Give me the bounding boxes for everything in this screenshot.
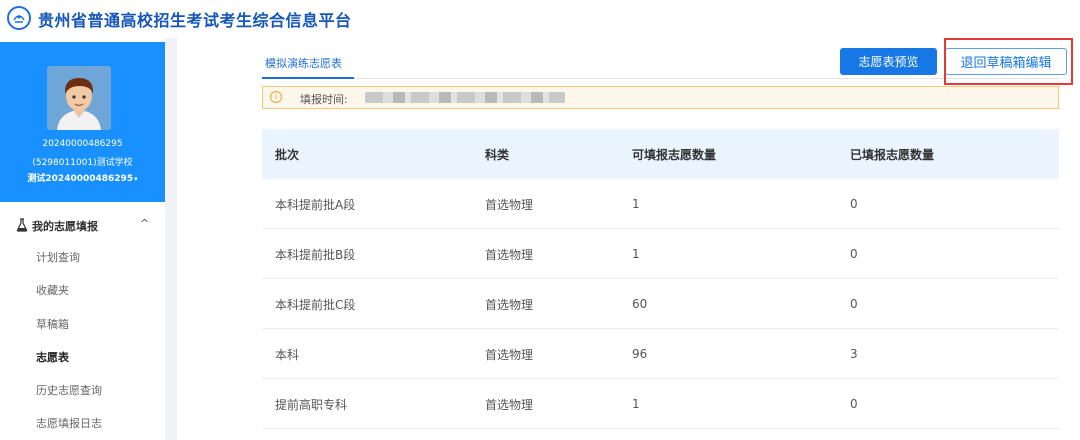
sidebar-item-favorites[interactable]: 收藏夹 xyxy=(36,282,69,298)
cell-batch: 本科提前批C段 xyxy=(275,297,356,312)
sidebar-item-volunteer-table[interactable]: 志愿表 xyxy=(36,349,69,365)
cell-batch: 本科 xyxy=(275,347,300,362)
sidebar-item-plan-query[interactable]: 计划查询 xyxy=(36,249,80,265)
cell-batch: 本科提前批A段 xyxy=(275,197,356,212)
cell-available: 60 xyxy=(632,297,648,311)
tab-active-indicator xyxy=(262,77,354,79)
table-header: 批次 科类 可填报志愿数量 已填报志愿数量 xyxy=(262,129,1059,179)
profile-user-dropdown[interactable]: 测试20240000486295▾ xyxy=(0,171,165,184)
info-icon: i xyxy=(270,91,282,103)
cell-available: 1 xyxy=(632,197,640,211)
cell-filled: 0 xyxy=(850,197,858,211)
header-available: 可填报志愿数量 xyxy=(632,147,717,162)
table-row: 本科 首选物理 96 3 xyxy=(262,329,1059,379)
profile-user-name: 测试20240000486295 xyxy=(27,174,134,184)
cell-subject: 首选物理 xyxy=(485,247,534,262)
cell-filled: 0 xyxy=(850,247,858,261)
cell-subject: 首选物理 xyxy=(485,397,534,412)
cell-batch: 提前高职专科 xyxy=(275,397,348,412)
notice-label: 填报时间: xyxy=(300,93,348,106)
table-row: 本科提前批C段 首选物理 60 0 xyxy=(262,279,1059,329)
menu-group-volunteer[interactable]: 我的志愿填报 ^ xyxy=(0,208,165,242)
cell-batch: 本科提前批B段 xyxy=(275,247,356,262)
tab-simulation[interactable]: 模拟演练志愿表 xyxy=(265,55,342,71)
cell-subject: 首选物理 xyxy=(485,297,534,312)
profile-school: (5298011001)测试学校 xyxy=(32,158,133,168)
table-row: 本科提前批B段 首选物理 1 0 xyxy=(262,229,1059,279)
cell-available: 1 xyxy=(632,247,640,261)
header-batch: 批次 xyxy=(275,147,300,162)
highlight-box xyxy=(944,38,1073,85)
cell-filled: 0 xyxy=(850,397,858,411)
sidebar-item-drafts[interactable]: 草稿箱 xyxy=(36,316,69,332)
header-subject: 科类 xyxy=(485,147,510,162)
volunteer-table: 批次 科类 可填报志愿数量 已填报志愿数量 本科提前批A段 首选物理 1 0 本… xyxy=(262,129,1059,429)
cell-subject: 首选物理 xyxy=(485,197,534,212)
header-filled: 已填报志愿数量 xyxy=(850,147,935,162)
cell-filled: 0 xyxy=(850,297,858,311)
top-header: 贵州省普通高校招生考试考生综合信息平台 xyxy=(0,0,1080,38)
preview-button[interactable]: 志愿表预览 xyxy=(840,48,937,75)
cell-subject: 首选物理 xyxy=(485,347,534,362)
redacted-time xyxy=(365,92,565,103)
menu-group-label: 我的志愿填报 xyxy=(32,220,98,233)
table-row: 提前高职专科 首选物理 1 0 xyxy=(262,379,1059,429)
avatar xyxy=(47,66,111,130)
cell-available: 96 xyxy=(632,347,648,361)
table-row: 本科提前批A段 首选物理 1 0 xyxy=(262,179,1059,229)
profile-id: 20240000486295 xyxy=(42,139,123,149)
main-panel: 模拟演练志愿表 志愿表预览 退回草稿箱编辑 i 填报时间: 批次 科类 可填报志… xyxy=(177,38,1080,440)
flask-icon xyxy=(16,218,28,232)
tab-divider xyxy=(262,78,1059,79)
sidebar: 20240000486295 (5298011001)测试学校 测试202400… xyxy=(0,38,165,440)
profile-card: 20240000486295 (5298011001)测试学校 测试202400… xyxy=(0,42,165,202)
sidebar-item-history[interactable]: 历史志愿查询 xyxy=(36,382,102,398)
cell-available: 1 xyxy=(632,397,640,411)
chevron-up-icon: ^ xyxy=(140,217,150,230)
cell-filled: 3 xyxy=(850,347,858,361)
caret-down-icon: ▾ xyxy=(134,175,138,183)
sidebar-item-log[interactable]: 志愿填报日志 xyxy=(36,415,102,431)
app-title: 贵州省普通高校招生考试考生综合信息平台 xyxy=(38,11,352,30)
notice-bar: i 填报时间: xyxy=(262,86,1059,109)
university-logo-icon xyxy=(7,6,31,30)
